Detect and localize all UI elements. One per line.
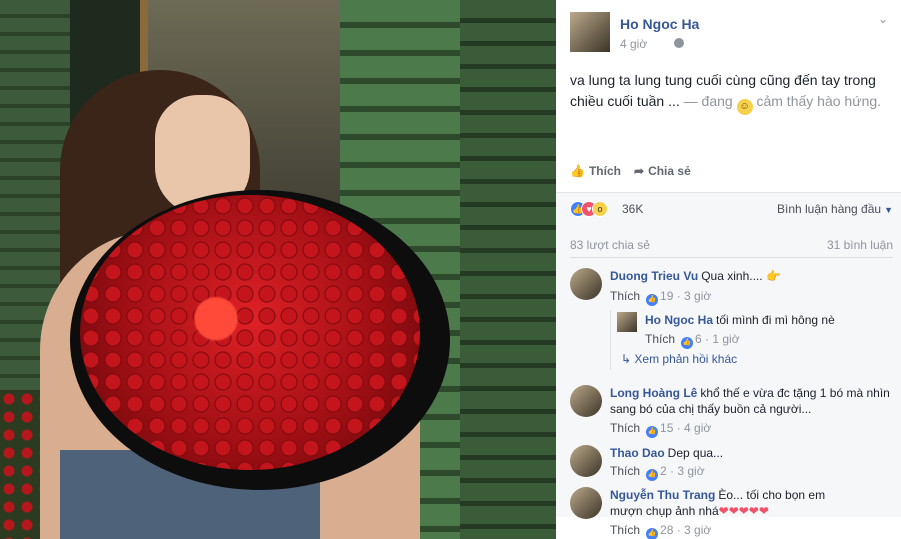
reply-text: tối mình đi mì hông nè xyxy=(716,313,835,327)
comment-body: Thao Dao Dep qua... xyxy=(610,445,890,461)
post-side-panel: Ho Ngoc Ha 4 giờ ⌄ va lung ta lung tung … xyxy=(556,0,901,539)
commenter-name[interactable]: Thao Dao xyxy=(610,446,665,460)
comment: Thao Dao Dep qua... Thích 👍 2 · 3 giờ xyxy=(570,445,890,481)
comment-like-count[interactable]: 15 xyxy=(660,421,673,435)
point-right-emoji: 👉 xyxy=(765,269,781,283)
feeling-text[interactable]: cảm thấy hào hứng. xyxy=(756,93,881,109)
like-count-icon: 👍 xyxy=(646,426,659,438)
like-count-icon: 👍 xyxy=(681,337,694,349)
commenter-name[interactable]: Nguyễn Thu Trang xyxy=(610,488,715,502)
reaction-count[interactable]: 36K xyxy=(622,202,643,216)
reply-thread: Ho Ngoc Ha tối mình đi mì hông nè Thích 👍 6… xyxy=(610,310,890,370)
commenter-avatar[interactable] xyxy=(570,445,602,477)
reply-meta: Thích 👍 6 · 1 giờ xyxy=(645,332,740,349)
comment-count[interactable]: 31 bình luận xyxy=(827,238,893,252)
reactions-and-comments: 👍 ♥ o 36K Bình luận hàng đầu ▼ 83 lượt ch… xyxy=(556,192,901,519)
comment-meta: Thích 👍 28 · 3 giờ xyxy=(610,523,711,539)
commenter-name[interactable]: Long Hoàng Lê xyxy=(610,386,697,400)
red-rose-bouquet xyxy=(80,195,420,470)
reply-author[interactable]: Ho Ngoc Ha xyxy=(645,313,713,327)
like-button[interactable]: 👍 Thích xyxy=(570,164,621,178)
comment-text: Qua xinh.... xyxy=(701,269,763,283)
post-text: va lung ta lung tung cuối cùng cũng đến … xyxy=(570,70,892,115)
comment-meta: Thích 👍 19 · 3 giờ xyxy=(610,289,711,306)
share-arrow-icon: ➦ xyxy=(634,164,645,178)
comment-like-count[interactable]: 28 xyxy=(660,523,673,537)
author-name[interactable]: Ho Ngoc Ha xyxy=(620,16,699,32)
divider xyxy=(570,257,893,258)
heart-emojis: ❤❤❤❤❤ xyxy=(718,504,769,518)
commenter-name[interactable]: Duong Trieu Vu xyxy=(610,269,698,283)
more-replies-label: Xem phản hồi khác xyxy=(634,352,738,366)
share-button[interactable]: ➦ Chia sẻ xyxy=(634,164,691,178)
commenter-avatar[interactable] xyxy=(570,268,602,300)
comment-meta: Thích 👍 2 · 3 giờ xyxy=(610,464,705,481)
comment-meta: Thích 👍 15 · 4 giờ xyxy=(610,421,711,438)
reply-arrow-icon: ↳ xyxy=(621,352,635,366)
feeling-prefix: — đang xyxy=(683,93,733,109)
caret-down-icon: ▼ xyxy=(884,205,893,215)
commenter-avatar[interactable] xyxy=(570,487,602,519)
wow-reaction-icon: o xyxy=(592,201,608,217)
reply-avatar[interactable] xyxy=(617,312,637,332)
share-count[interactable]: 83 lượt chia sẻ xyxy=(570,238,650,252)
chevron-down-icon[interactable]: ⌄ xyxy=(876,12,890,26)
view-more-replies[interactable]: ↳ Xem phản hồi khác xyxy=(621,352,737,366)
globe-icon xyxy=(674,38,684,48)
share-label: Chia sẻ xyxy=(648,164,691,178)
smile-emoji-icon: ☺ xyxy=(736,99,753,115)
reply-body: Ho Ngoc Ha tối mình đi mì hông nè xyxy=(645,312,901,328)
comment-sort-dropdown[interactable]: Bình luận hàng đầu ▼ xyxy=(777,202,893,216)
comment-like-count[interactable]: 19 xyxy=(660,289,673,303)
post-photo[interactable] xyxy=(0,0,556,539)
like-count-icon: 👍 xyxy=(646,528,659,539)
comment-time[interactable]: 3 giờ xyxy=(684,523,711,537)
sort-label: Bình luận hàng đầu xyxy=(776,202,882,216)
post-time[interactable]: 4 giờ xyxy=(620,37,647,51)
comment-body: Long Hoàng Lê khổ thế e vừa đc tặng 1 bó … xyxy=(610,385,890,417)
reply-like-button[interactable]: Thích xyxy=(645,332,675,346)
comment-like-button[interactable]: Thích xyxy=(610,421,640,435)
comment: Duong Trieu Vu Qua xinh.... 👉 Thích 👍 19 · … xyxy=(570,268,890,308)
post-header: Ho Ngoc Ha 4 giờ ⌄ xyxy=(570,12,890,54)
comment-body: Nguyễn Thu Trang Èo... tối cho bọn em mượ… xyxy=(610,487,830,519)
comment-like-button[interactable]: Thích xyxy=(610,523,640,537)
commenter-avatar[interactable] xyxy=(570,385,602,417)
comment: Long Hoàng Lê khổ thế e vừa đc tặng 1 bó … xyxy=(570,385,890,438)
comment-time[interactable]: 3 giờ xyxy=(684,289,711,303)
reply-time[interactable]: 1 giờ xyxy=(712,332,739,346)
comment-time[interactable]: 3 giờ xyxy=(677,464,704,478)
thumbs-up-icon: 👍 xyxy=(570,164,585,178)
like-label: Thích xyxy=(588,164,621,178)
like-count-icon: 👍 xyxy=(646,469,659,481)
comment-body: Duong Trieu Vu Qua xinh.... 👉 xyxy=(610,268,890,284)
reply-like-count[interactable]: 6 xyxy=(695,332,702,346)
author-avatar[interactable] xyxy=(570,12,610,52)
like-count-icon: 👍 xyxy=(646,294,659,306)
comment-like-count[interactable]: 2 xyxy=(660,464,667,478)
comment-time[interactable]: 4 giờ xyxy=(684,421,711,435)
comment-like-button[interactable]: Thích xyxy=(610,289,640,303)
post-actions: 👍 Thích ➦ Chia sẻ xyxy=(570,160,890,184)
comment-text: Dep qua... xyxy=(667,446,724,460)
comment-like-button[interactable]: Thích xyxy=(610,464,640,478)
green-shutter-far xyxy=(460,0,556,539)
